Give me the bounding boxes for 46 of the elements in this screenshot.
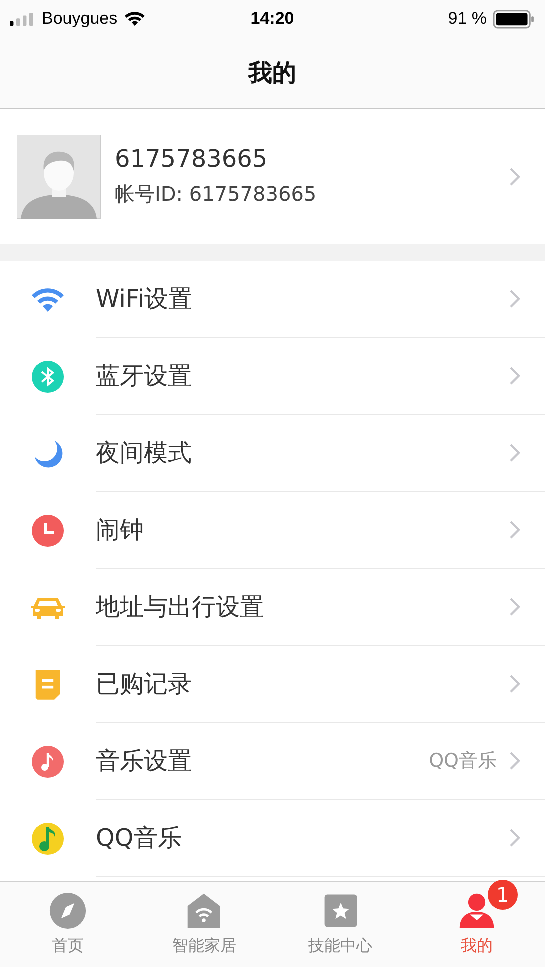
chevron-icon <box>509 289 521 309</box>
chevron-icon <box>509 166 521 186</box>
menu-value: QQ音乐 <box>429 749 497 774</box>
menu-label: 夜间模式 <box>96 438 193 469</box>
page-title: 我的 <box>248 58 296 89</box>
clock-icon <box>31 514 65 548</box>
battery-percent: 91 % <box>448 9 487 29</box>
menu-label: 地址与出行设置 <box>96 592 265 623</box>
menu-label: 已购记录 <box>96 669 193 700</box>
menu-item[interactable]: 已购记录 <box>0 646 545 723</box>
menu-label: QQ音乐 <box>96 823 183 854</box>
menu-item[interactable]: 夜间模式 <box>0 415 545 492</box>
chevron-icon <box>509 674 521 694</box>
music-note-icon <box>31 822 65 856</box>
menu-label: 音乐设置 <box>96 746 193 777</box>
menu-item[interactable]: QQ音乐 <box>0 800 545 877</box>
notification-badge: 1 <box>488 880 518 910</box>
menu-label: 蓝牙设置 <box>96 361 193 392</box>
chevron-icon <box>509 520 521 540</box>
chevron-icon <box>509 443 521 463</box>
compass-icon <box>49 892 88 930</box>
signal-icon <box>10 12 36 26</box>
bluetooth-icon <box>31 360 65 394</box>
menu-item[interactable]: 蓝牙设置 <box>0 338 545 415</box>
person-icon <box>458 892 496 930</box>
battery-icon <box>492 10 535 28</box>
carrier-name: Bouygues <box>42 9 118 29</box>
chevron-icon <box>509 751 521 771</box>
chevron-icon <box>509 597 521 617</box>
wifi-icon <box>124 11 146 27</box>
chevron-icon <box>509 828 521 848</box>
menu-item[interactable]: 音乐设置 QQ音乐 <box>0 723 545 800</box>
menu-item[interactable]: 地址与出行设置 <box>0 569 545 646</box>
tab-button[interactable]: 1 我的 <box>408 882 545 967</box>
menu-label: WiFi设置 <box>96 284 194 315</box>
status-time: 14:20 <box>250 9 294 29</box>
music-note-icon <box>31 744 65 778</box>
wifi-icon <box>30 286 66 312</box>
menu-item[interactable]: 闹钟 <box>0 492 545 569</box>
account-id: 帐号ID: 6175783665 <box>115 181 318 208</box>
document-icon <box>34 668 62 700</box>
menu-label: 闹钟 <box>96 515 145 546</box>
profile-name: 6175783665 <box>115 145 269 173</box>
menu-item[interactable]: WiFi设置 <box>0 261 545 338</box>
profile-row[interactable]: 6175783665 帐号ID: 6175783665 <box>0 109 545 244</box>
chevron-icon <box>509 366 521 386</box>
